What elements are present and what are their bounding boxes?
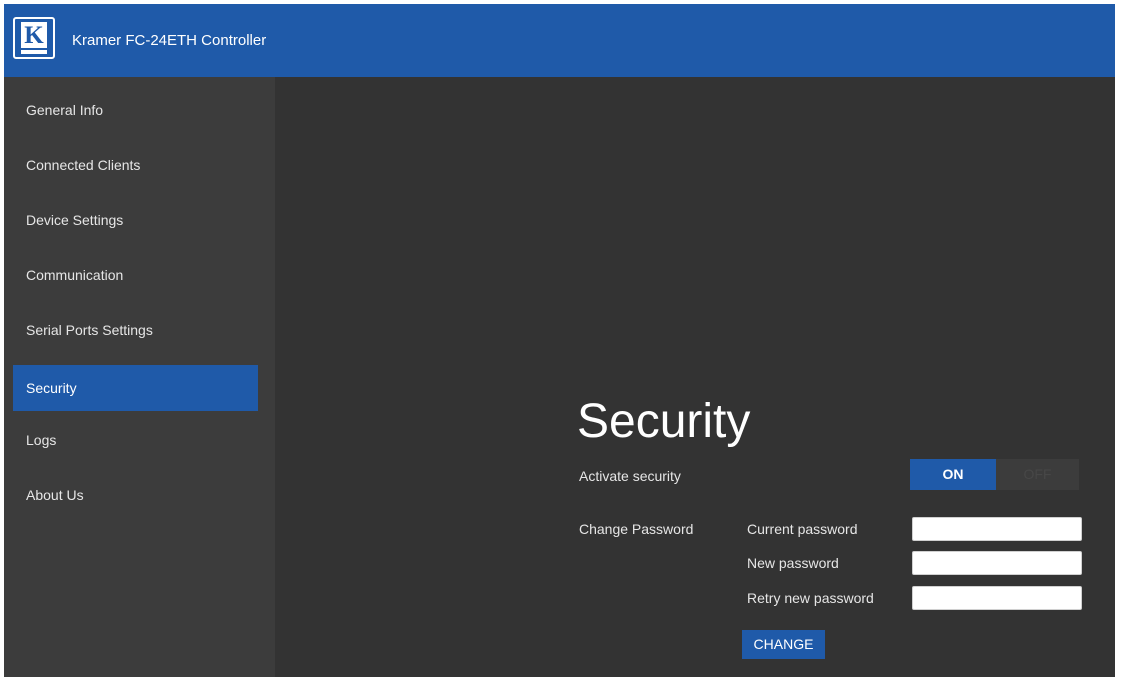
change-password-button[interactable]: CHANGE xyxy=(742,630,825,659)
main-content: Security Activate security ON OFF Change… xyxy=(275,77,1115,677)
toggle-off-button[interactable]: OFF xyxy=(996,459,1079,490)
current-password-label: Current password xyxy=(747,521,858,537)
new-password-label: New password xyxy=(747,555,839,571)
sidebar-item-communication[interactable]: Communication xyxy=(13,252,258,298)
retry-password-field[interactable] xyxy=(912,586,1082,610)
security-toggle[interactable]: ON OFF xyxy=(910,459,1079,490)
sidebar-item-device-settings[interactable]: Device Settings xyxy=(13,197,258,243)
toggle-on-button[interactable]: ON xyxy=(910,459,996,490)
sidebar-item-serial-ports-settings[interactable]: Serial Ports Settings xyxy=(13,307,258,353)
kramer-logo-icon: K xyxy=(13,17,55,59)
sidebar-item-logs[interactable]: Logs xyxy=(13,417,258,463)
logo-letter: K xyxy=(21,22,47,49)
activate-security-label: Activate security xyxy=(579,468,681,484)
retry-password-label: Retry new password xyxy=(747,590,874,606)
sidebar-item-about-us[interactable]: About Us xyxy=(13,472,258,518)
sidebar-item-connected-clients[interactable]: Connected Clients xyxy=(13,142,258,188)
new-password-field[interactable] xyxy=(912,551,1082,575)
sidebar-item-general-info[interactable]: General Info xyxy=(13,87,258,133)
current-password-field[interactable] xyxy=(912,517,1082,541)
app-title: Kramer FC-24ETH Controller xyxy=(72,32,267,49)
sidebar: General Info Connected Clients Device Se… xyxy=(4,77,275,677)
header-bar: K Kramer FC-24ETH Controller xyxy=(4,4,1115,77)
page-title: Security xyxy=(577,395,751,448)
sidebar-item-security[interactable]: Security xyxy=(13,365,258,411)
app-window: K Kramer FC-24ETH Controller General Inf… xyxy=(4,4,1115,677)
change-password-label: Change Password xyxy=(579,521,694,537)
